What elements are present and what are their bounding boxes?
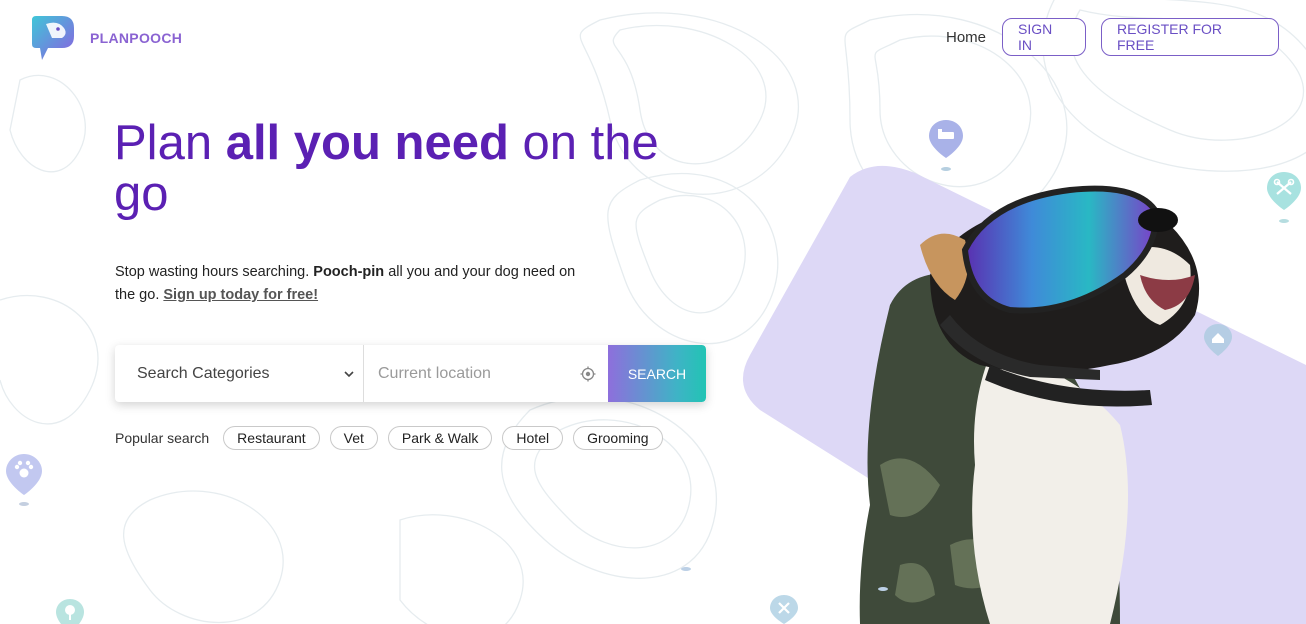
pin-shadow: [681, 567, 691, 571]
tree-pin-icon: [56, 599, 84, 624]
bed-pin-icon: [929, 120, 963, 171]
pooch-logo-icon: [32, 16, 74, 60]
search-button[interactable]: SEARCH: [608, 345, 706, 402]
hero-subtitle: Stop wasting hours searching. Pooch-pin …: [115, 264, 576, 303]
chevron-down-icon: [344, 370, 354, 377]
top-nav: Home SIGN IN REGISTER FOR FREE: [946, 18, 1279, 56]
crosshair-icon[interactable]: [580, 366, 596, 382]
chip-grooming[interactable]: Grooming: [573, 426, 663, 450]
sign-in-button[interactable]: SIGN IN: [1002, 18, 1086, 56]
popular-search: Popular search Restaurant Vet Park & Wal…: [115, 426, 663, 450]
search-bar: Search Categories SEARCH: [115, 345, 706, 402]
chip-hotel[interactable]: Hotel: [502, 426, 564, 450]
paw-pin-icon: [6, 454, 42, 506]
category-select-value: Search Categories: [137, 364, 270, 382]
chip-restaurant[interactable]: Restaurant: [223, 426, 320, 450]
pin-shadow: [878, 587, 888, 591]
brand-logo[interactable]: PLANPOOCH: [28, 14, 182, 62]
home-pin-icon: [1204, 324, 1232, 356]
hero-title: Plan all you need on the go: [114, 116, 659, 221]
popular-search-label: Popular search: [115, 430, 210, 446]
register-button[interactable]: REGISTER FOR FREE: [1101, 18, 1279, 56]
chip-park-walk[interactable]: Park & Walk: [387, 426, 493, 450]
nav-home-link[interactable]: Home: [946, 29, 986, 46]
chip-vet[interactable]: Vet: [329, 426, 378, 450]
hero-dog-image: [742, 165, 1306, 624]
vet-pin-icon: [770, 595, 798, 624]
category-select[interactable]: Search Categories: [115, 345, 364, 402]
signup-link[interactable]: Sign up today for free!: [163, 287, 318, 303]
scissors-pin-icon: [1267, 172, 1301, 223]
location-input[interactable]: [378, 364, 568, 383]
location-field: [364, 345, 608, 402]
brand-name: PLANPOOCH: [90, 30, 183, 46]
